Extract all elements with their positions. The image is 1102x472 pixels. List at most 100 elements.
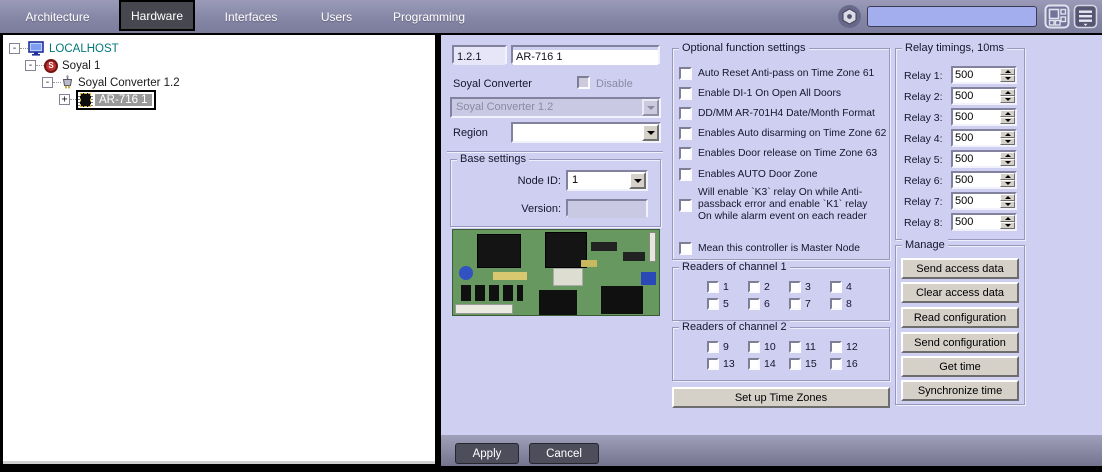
setup-timezones-button[interactable]: Set up Time Zones	[672, 387, 890, 408]
collapse-icon[interactable]: -	[9, 43, 20, 54]
tree-item-label: LOCALHOST	[49, 42, 119, 55]
menu-icon[interactable]	[1073, 4, 1099, 29]
checkbox-date-format[interactable]	[679, 107, 692, 120]
spin-up-button[interactable]	[1000, 173, 1015, 180]
selected-item-highlight[interactable]: AR-716 1	[76, 89, 156, 110]
search-input[interactable]	[867, 6, 1037, 27]
relay-3-label: Relay 3:	[904, 112, 943, 124]
spin-up-button[interactable]	[1000, 152, 1015, 159]
collapse-icon[interactable]: -	[42, 77, 53, 88]
relay-8-spinner	[951, 213, 1017, 231]
tree-item-soyal-converter[interactable]: - Soyal Converter 1.2	[42, 74, 180, 91]
dropdown-arrow-button[interactable]	[629, 172, 646, 189]
reader-8-checkbox[interactable]	[830, 298, 842, 310]
reader-16-checkbox[interactable]	[830, 358, 842, 370]
spin-down-button[interactable]	[1000, 96, 1015, 103]
spin-up-button[interactable]	[1000, 68, 1015, 75]
spin-down-button[interactable]	[1000, 222, 1015, 229]
spin-up-button[interactable]	[1000, 131, 1015, 138]
spin-down-button[interactable]	[1000, 159, 1015, 166]
reader-7-checkbox[interactable]	[789, 298, 801, 310]
object-id-field-frame	[452, 45, 507, 65]
reader-number: 1	[723, 281, 729, 293]
reader-13-checkbox[interactable]	[707, 358, 719, 370]
collapse-icon[interactable]: -	[25, 60, 36, 71]
relay-6-label: Relay 6:	[904, 175, 943, 187]
checkbox-door-release[interactable]	[679, 147, 692, 160]
relay-2-value[interactable]	[953, 89, 1000, 103]
tree-item-localhost[interactable]: - LOCALHOST	[9, 40, 119, 57]
parent-converter-dropdown: Soyal Converter 1.2	[450, 97, 661, 118]
spin-down-button[interactable]	[1000, 201, 1015, 208]
dropdown-arrow-button	[642, 99, 659, 116]
reader-4-checkbox[interactable]	[830, 281, 842, 293]
relay-8-value[interactable]	[953, 215, 1000, 229]
tab-interfaces[interactable]: Interfaces	[212, 0, 290, 33]
relay-1-spinner	[951, 66, 1017, 84]
spin-up-button[interactable]	[1000, 110, 1015, 117]
checkbox-auto-reset-antipass[interactable]	[679, 67, 692, 80]
reader-1-checkbox[interactable]	[707, 281, 719, 293]
relay-5-value[interactable]	[953, 152, 1000, 166]
cancel-button[interactable]: Cancel	[529, 443, 599, 464]
reader-5-checkbox[interactable]	[707, 298, 719, 310]
spin-down-button[interactable]	[1000, 75, 1015, 82]
relay-4-value[interactable]	[953, 131, 1000, 145]
reader-10-checkbox[interactable]	[748, 341, 760, 353]
object-name-field[interactable]	[513, 49, 658, 65]
checkbox-auto-door-zone[interactable]	[679, 168, 692, 181]
region-value	[513, 124, 642, 141]
pcb-component	[623, 252, 645, 261]
reader-11-checkbox[interactable]	[789, 341, 801, 353]
relay-1-value[interactable]	[953, 68, 1000, 82]
get-time-button[interactable]: Get time	[901, 356, 1019, 377]
tree-item-label: AR-716 1	[95, 93, 152, 106]
synchronize-time-button[interactable]: Synchronize time	[901, 380, 1019, 401]
parent-converter-value: Soyal Converter 1.2	[456, 101, 554, 113]
spin-up-button[interactable]	[1000, 215, 1015, 222]
checkbox-auto-disarming[interactable]	[679, 127, 692, 140]
reader-number: 9	[723, 341, 729, 353]
relay-3-value[interactable]	[953, 110, 1000, 124]
checkbox-enable-di1[interactable]	[679, 87, 692, 100]
tab-users[interactable]: Users	[309, 0, 364, 33]
checkbox-k3-k1-relay[interactable]	[679, 198, 692, 212]
reader-14-checkbox[interactable]	[748, 358, 760, 370]
reader-2-checkbox[interactable]	[748, 281, 760, 293]
node-id-dropdown[interactable]: 1	[566, 170, 648, 191]
spin-down-button[interactable]	[1000, 117, 1015, 124]
send-configuration-button[interactable]: Send configuration	[901, 332, 1019, 353]
relay-7-value[interactable]	[953, 194, 1000, 208]
reader-9-checkbox[interactable]	[707, 341, 719, 353]
dropdown-arrow-button[interactable]	[642, 124, 659, 141]
gear-icon[interactable]	[838, 5, 861, 28]
tab-hardware[interactable]: Hardware	[119, 0, 195, 31]
tree-item-ar716[interactable]: + AR-716 1	[59, 89, 156, 110]
reader-3-checkbox[interactable]	[789, 281, 801, 293]
reader-6-checkbox[interactable]	[748, 298, 760, 310]
region-dropdown[interactable]	[511, 122, 661, 143]
tab-programming[interactable]: Programming	[385, 0, 473, 33]
spin-up-button[interactable]	[1000, 194, 1015, 201]
spin-down-button[interactable]	[1000, 180, 1015, 187]
grid-view-icon[interactable]	[1044, 4, 1070, 29]
reader-12-checkbox[interactable]	[830, 341, 842, 353]
apply-button[interactable]: Apply	[455, 443, 519, 464]
checkbox-master-node[interactable]	[679, 242, 692, 255]
read-configuration-button[interactable]: Read configuration	[901, 307, 1019, 328]
tab-architecture[interactable]: Architecture	[15, 0, 100, 33]
object-id-field[interactable]	[454, 49, 505, 65]
clear-access-data-button[interactable]: Clear access data	[901, 282, 1019, 303]
gear-icon-glyph	[842, 8, 857, 25]
spin-down-button[interactable]	[1000, 138, 1015, 145]
disable-checkbox[interactable]	[577, 76, 590, 89]
reader-number: 11	[805, 341, 816, 353]
relay-6-value[interactable]	[953, 173, 1000, 187]
tree-item-soyal[interactable]: - S Soyal 1	[25, 57, 100, 74]
reader-number: 2	[764, 281, 770, 293]
spin-up-button[interactable]	[1000, 89, 1015, 96]
send-access-data-button[interactable]: Send access data	[901, 258, 1019, 279]
reader-15-checkbox[interactable]	[789, 358, 801, 370]
relay-6-spinner	[951, 171, 1017, 189]
expand-icon[interactable]: +	[59, 94, 70, 105]
